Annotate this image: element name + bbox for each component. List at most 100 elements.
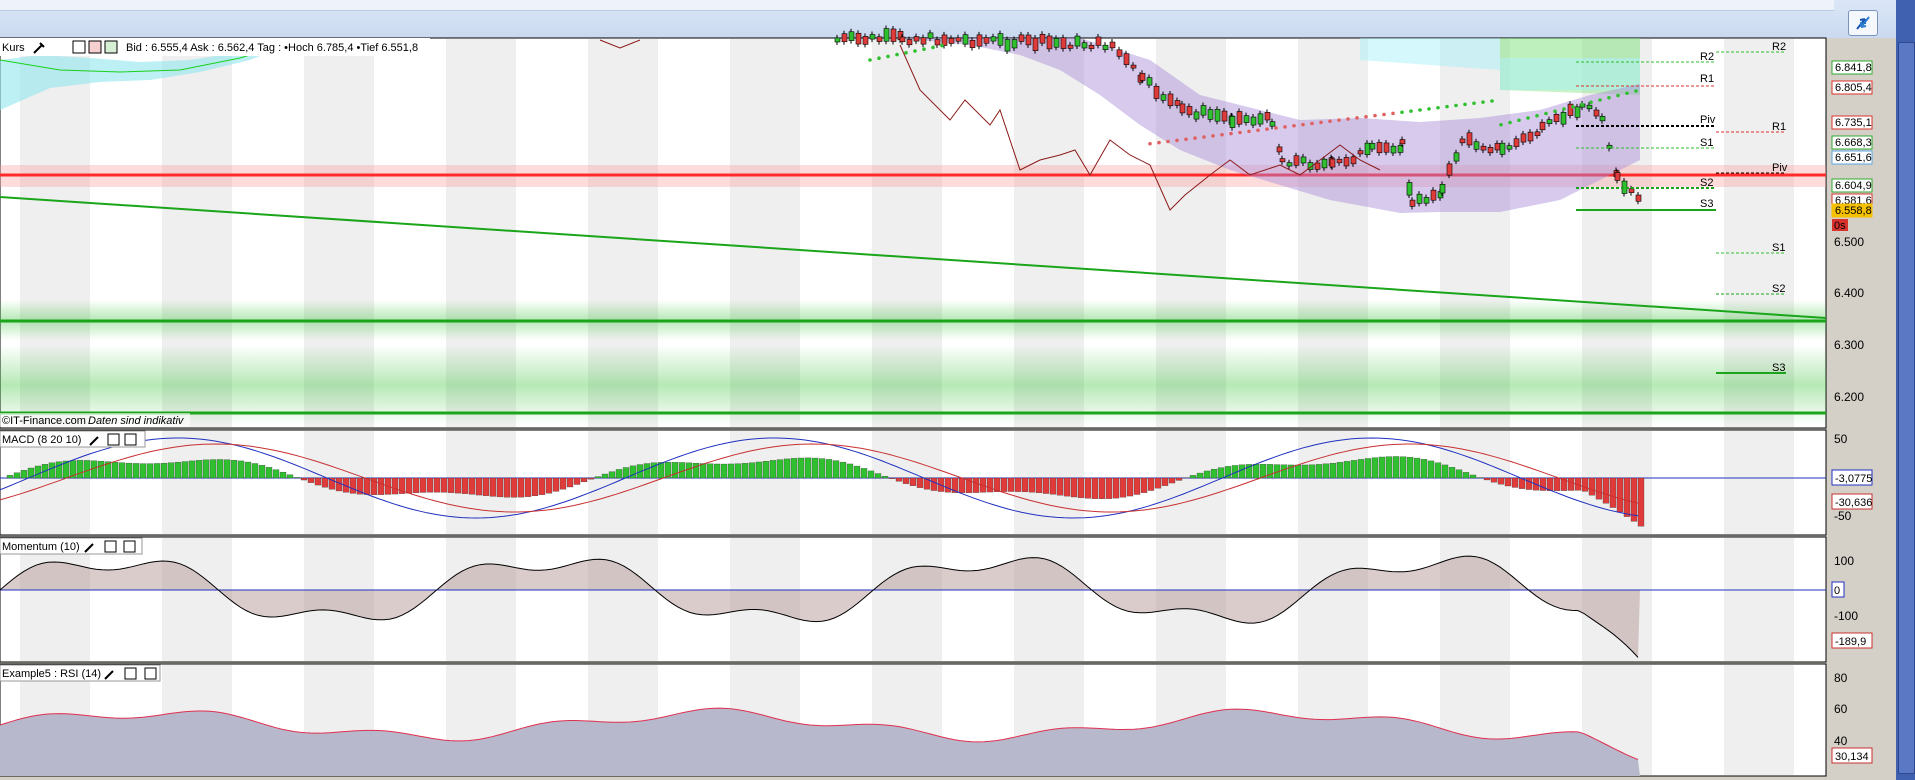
macd-bar [1021, 477, 1029, 492]
session-stripe [1724, 538, 1794, 661]
sar-dot [1193, 136, 1197, 140]
macd-bar [811, 457, 819, 479]
candle [1593, 109, 1600, 117]
macd-bar [748, 462, 756, 479]
candle [1060, 37, 1067, 49]
macd-bar [762, 461, 770, 479]
macd-panel[interactable]: MACD (8 20 10) 50 -50 -3,0775 -30,636 [0, 429, 1873, 536]
candle [1453, 152, 1460, 162]
sar-dot [1490, 99, 1494, 103]
macd-bar [1392, 456, 1400, 479]
chart-nav-buttons[interactable] [72, 40, 118, 54]
macd-bar [293, 477, 301, 479]
sar-dot [1148, 141, 1152, 146]
candle [1560, 112, 1567, 125]
macd-bar [1567, 477, 1575, 491]
sar-dot [886, 54, 890, 59]
sar-dot [931, 45, 935, 50]
sar-dot [1373, 113, 1377, 118]
sar-dot [913, 49, 917, 53]
macd-bar [1469, 474, 1477, 479]
candle [1279, 158, 1286, 163]
candle [1018, 34, 1025, 42]
macd-bar [1385, 456, 1393, 479]
macd-bar [1119, 477, 1127, 498]
candle [1264, 112, 1271, 121]
price-tag-text: 0s [1834, 220, 1846, 232]
price-tags: 6.841,8 6.805,4 6.735,1 6.668,3 6.651,6 6.604… [1831, 60, 1873, 232]
candle [1494, 143, 1501, 151]
candle [1221, 110, 1228, 122]
macd-bar [146, 463, 154, 479]
macd-bar [1161, 477, 1169, 486]
candle [1046, 35, 1053, 50]
macd-bar [1175, 477, 1183, 481]
macd-bar [1329, 462, 1337, 479]
macd-bar [1126, 477, 1134, 497]
close-icon[interactable] [123, 540, 136, 553]
sar-dot [1274, 126, 1278, 130]
macd-bar [1602, 477, 1610, 504]
candle [1153, 85, 1160, 99]
candle [1376, 142, 1383, 154]
sar-dot [1391, 111, 1395, 116]
axis-label: 6.400 [1834, 286, 1864, 300]
candle [1214, 109, 1221, 122]
macd-bar [363, 477, 371, 495]
session-stripe [1724, 431, 1794, 534]
macd-bar [454, 477, 462, 494]
price-panel[interactable]: R2 R1 Piv S1 S2 S3 R2 R1 Piv S1 S2 S3 Ku… [0, 25, 1873, 429]
macd-bar [783, 458, 791, 479]
macd-bar [531, 477, 539, 497]
macd-bar [1217, 467, 1225, 479]
candle [976, 34, 983, 47]
rsi-axis-label: 60 [1834, 702, 1848, 716]
close-icon[interactable] [124, 433, 137, 446]
rsi-panel[interactable]: Example5 : RSI (14) 80 60 40 30,134 [0, 663, 1873, 777]
sar-dot [1526, 116, 1530, 120]
maximize-icon[interactable] [104, 540, 117, 553]
sar-dot [1616, 93, 1620, 98]
macd-bar [272, 469, 280, 479]
macd-tag-text: -3,0775 [1835, 473, 1872, 485]
session-stripe [162, 431, 232, 534]
pivot-piv-far: Piv [1772, 162, 1788, 174]
arrow-up-icon[interactable] [104, 40, 118, 54]
macd-bar [545, 477, 553, 494]
candle [1053, 38, 1060, 48]
close-icon[interactable] [144, 667, 157, 680]
macd-bar [755, 461, 763, 479]
candle [1459, 138, 1466, 144]
candle [1439, 184, 1446, 194]
sar-dot [1607, 95, 1611, 100]
candle [1269, 121, 1276, 127]
vertical-scrollbar[interactable] [1896, 0, 1915, 780]
macd-bar [839, 461, 847, 479]
momentum-title: Momentum (10) [2, 541, 80, 553]
sar-dot [1247, 129, 1251, 134]
macd-bar [20, 470, 28, 479]
macd-bar [426, 477, 434, 493]
macd-bar [1357, 459, 1365, 479]
macd-bar [972, 477, 980, 493]
macd-bar [657, 462, 665, 479]
macd-bar [1350, 460, 1358, 479]
momentum-panel[interactable]: Momentum (10) 100 0 -100 0 -189,9 [0, 536, 1873, 663]
scrollbar-thumb[interactable] [1898, 42, 1915, 774]
pivot-s1-near: S1 [1700, 137, 1713, 149]
close-icon[interactable] [72, 40, 86, 54]
macd-bar [1483, 477, 1491, 481]
maximize-icon[interactable] [107, 433, 120, 446]
macd-bar [251, 463, 259, 479]
macd-bar [587, 477, 595, 480]
macd-bar [860, 468, 868, 479]
arrow-down-icon[interactable] [88, 40, 102, 54]
candle [848, 31, 855, 41]
macd-bar [720, 463, 728, 479]
session-stripe [588, 431, 658, 534]
macd-bar [125, 462, 133, 479]
sar-dot [940, 43, 944, 48]
macd-bar [1595, 477, 1603, 500]
sar-dot [1328, 119, 1332, 124]
maximize-icon[interactable] [124, 667, 137, 680]
